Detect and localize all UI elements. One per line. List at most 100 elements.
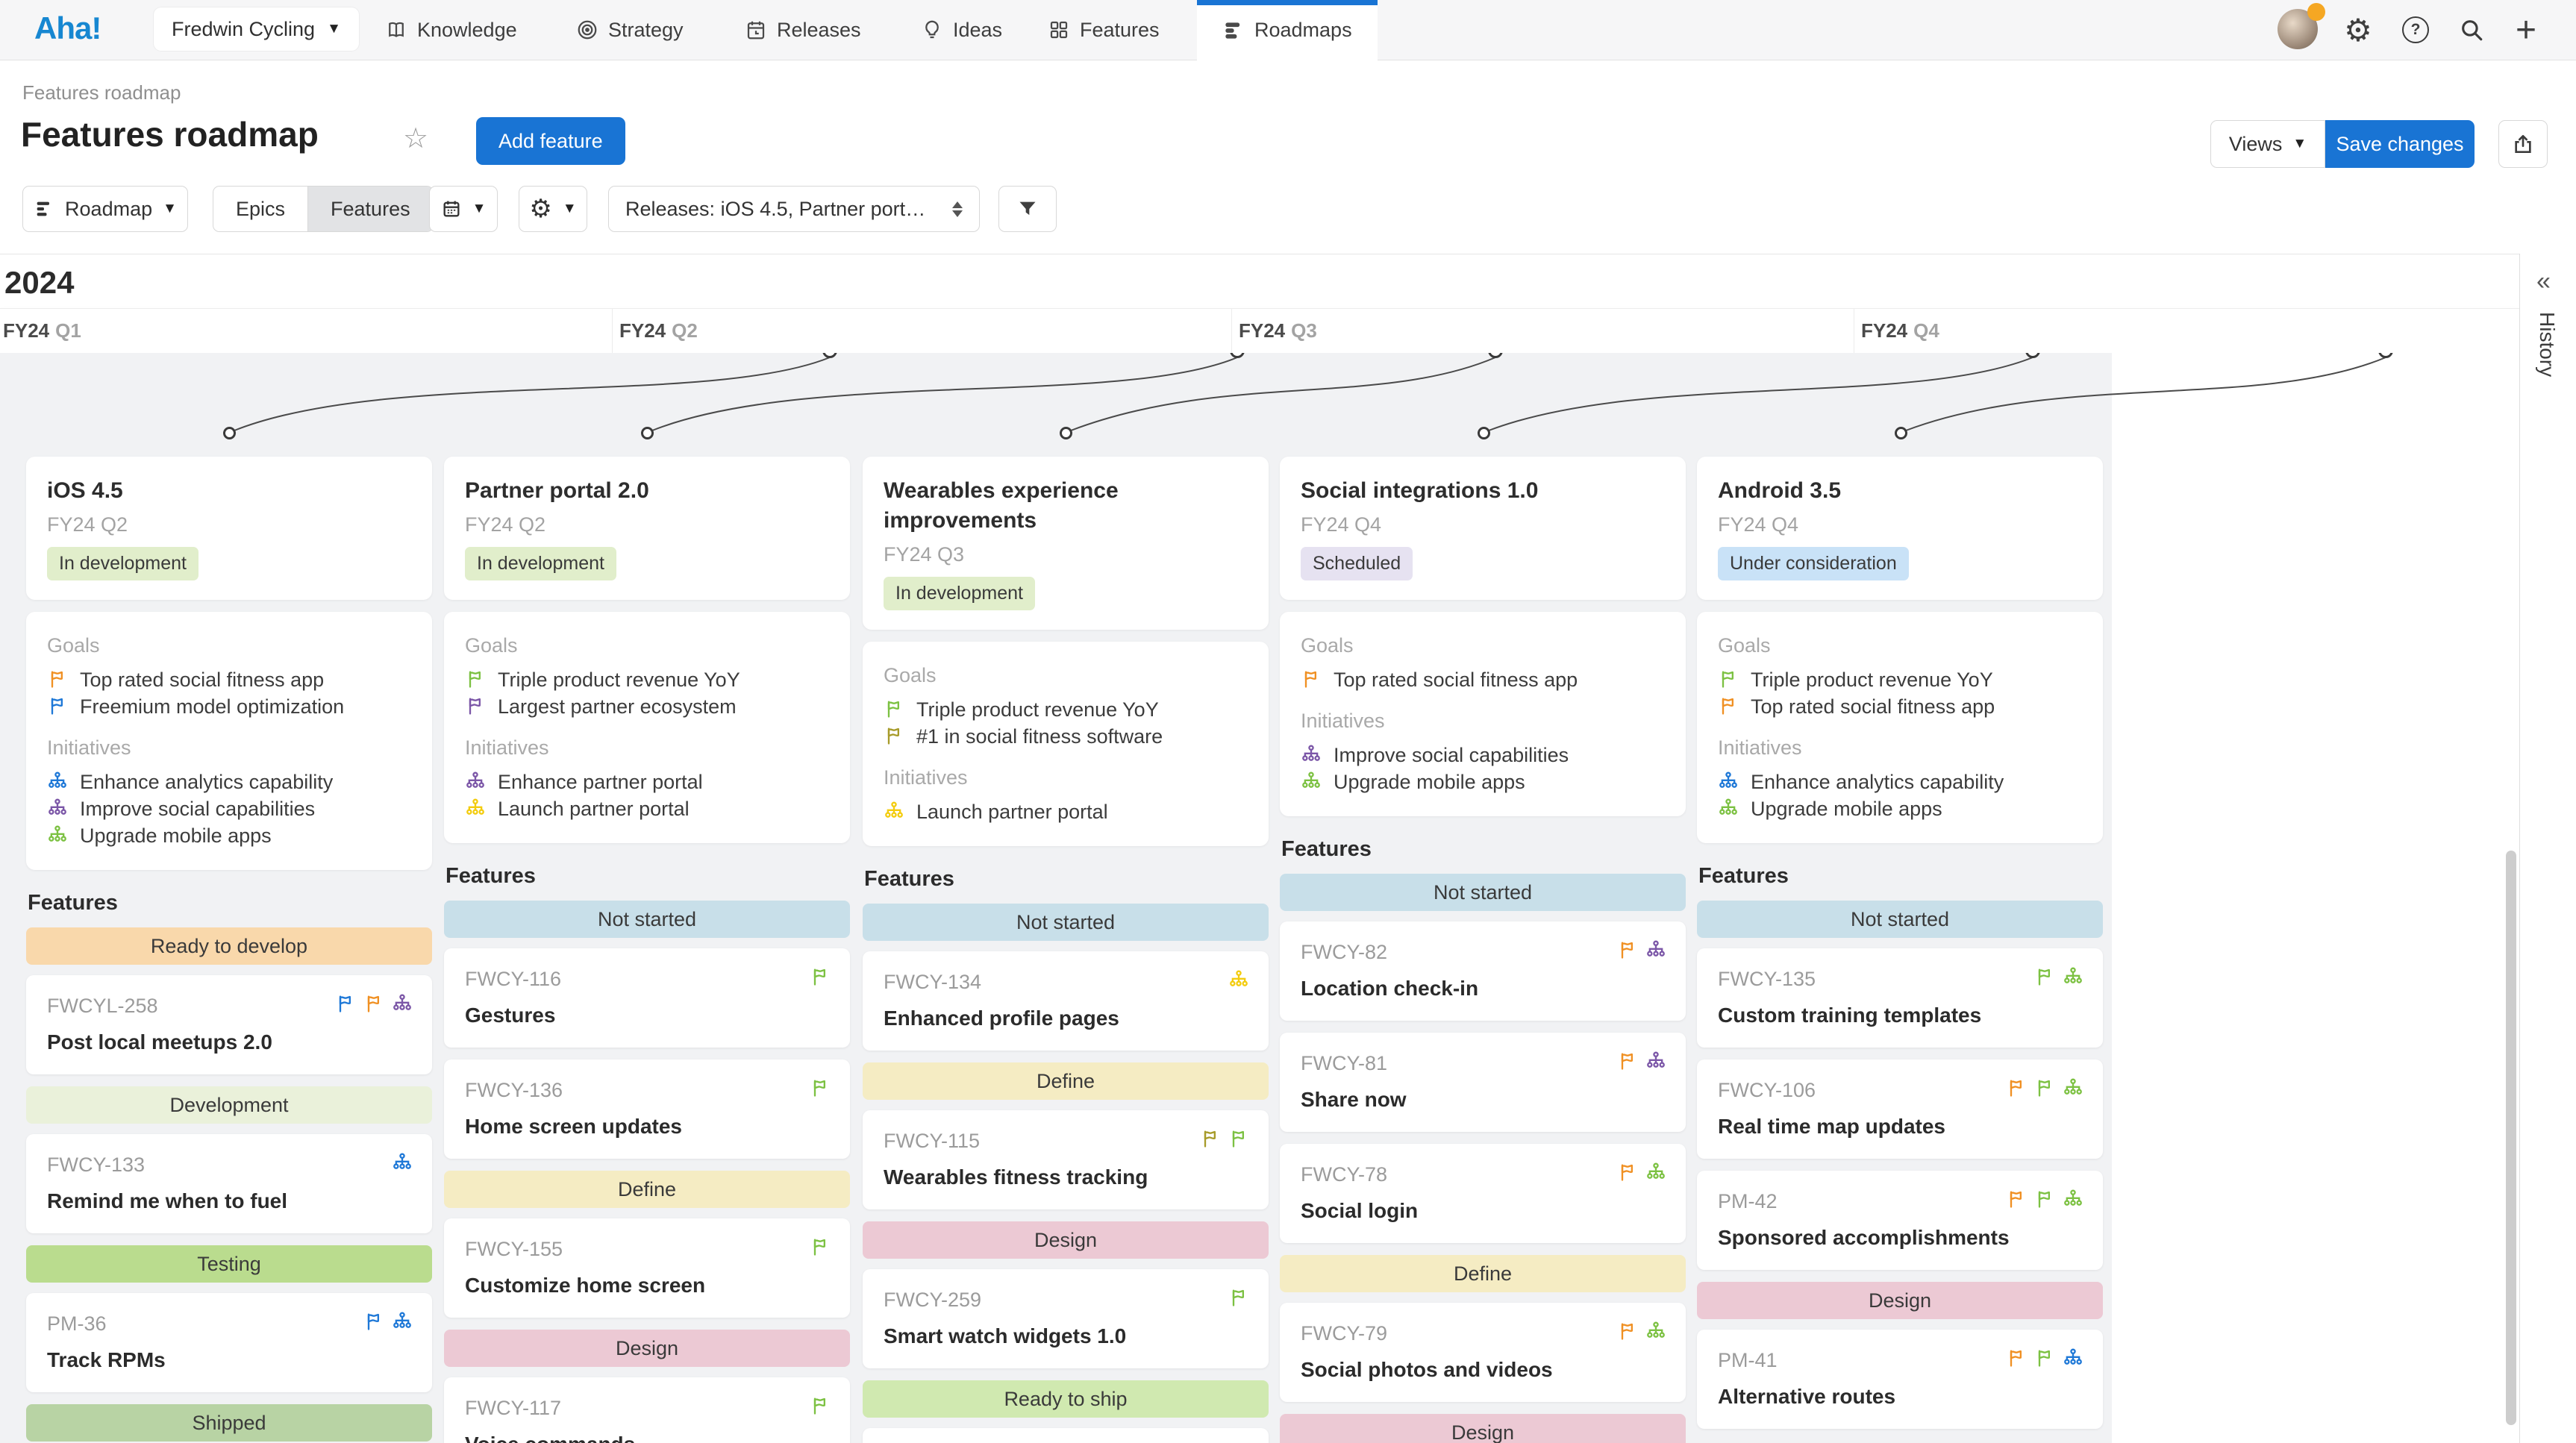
quarter-label: FY24Q2	[619, 319, 698, 342]
goal-row[interactable]: Triple product revenue YoY	[884, 696, 1248, 723]
feature-card[interactable]: FWCY-133 Remind me when to fuel	[26, 1134, 432, 1233]
quarter-divider	[612, 309, 613, 354]
initiative-row[interactable]: Launch partner portal	[884, 798, 1248, 825]
feature-card[interactable]: FWCY-134 Enhanced profile pages	[863, 951, 1269, 1051]
release-card[interactable]: Social integrations 1.0 FY24 Q4 Schedule…	[1280, 457, 1686, 600]
column-anchor-dot	[641, 427, 654, 439]
segment-features[interactable]: Features	[307, 187, 433, 231]
releases-filter-select[interactable]: Releases: iOS 4.5, Partner portal ...	[608, 186, 980, 232]
initiative-row[interactable]: Improve social capabilities	[47, 795, 411, 822]
help-icon[interactable]: ?	[2399, 13, 2432, 46]
release-card[interactable]: Android 3.5 FY24 Q4 Under consideration	[1697, 457, 2103, 600]
add-plus-icon[interactable]: +	[2510, 13, 2542, 46]
filter-button[interactable]	[998, 186, 1057, 232]
initiative-icon	[47, 824, 68, 845]
initiative-row[interactable]: Enhance analytics capability	[47, 769, 411, 795]
feature-card[interactable]: FWCY-81 Share now	[1280, 1033, 1686, 1132]
release-quarter: FY24 Q2	[47, 513, 411, 536]
feature-card[interactable]: FWCY-115 Wearables fitness tracking	[863, 1110, 1269, 1209]
status-badge[interactable]: Scheduled	[1301, 547, 1413, 580]
quarter-label: FY24Q3	[1239, 319, 1317, 342]
initiatives-label: Initiatives	[1718, 736, 2082, 760]
feature-card[interactable]: FWCY-106 Real time map updates	[1697, 1059, 2103, 1159]
feature-icons	[810, 1236, 831, 1257]
calendar-dropdown-button[interactable]: ▼	[429, 186, 498, 232]
initiative-row[interactable]: Upgrade mobile apps	[1718, 795, 2082, 822]
goals-label: Goals	[47, 634, 411, 657]
favorite-star-icon[interactable]: ☆	[403, 122, 428, 155]
goal-row[interactable]: Triple product revenue YoY	[465, 666, 829, 693]
chevron-down-icon: ▼	[163, 201, 177, 217]
feature-card[interactable]: PM-36 Track RPMs	[26, 1293, 432, 1392]
feature-title: Track RPMs	[47, 1347, 411, 1373]
goal-row[interactable]: Top rated social fitness app	[1718, 693, 2082, 720]
feature-card[interactable]: FWCY-79 Social photos and videos	[1280, 1303, 1686, 1402]
share-export-button[interactable]	[2498, 120, 2548, 168]
feature-card[interactable]: FWCY-259 Smart watch widgets 1.0	[863, 1269, 1269, 1368]
initiative-row[interactable]: Enhance partner portal	[465, 769, 829, 795]
feature-card[interactable]: FWCY-135 Custom training templates	[1697, 948, 2103, 1048]
flag-icon	[47, 695, 68, 716]
nav-item-features[interactable]: Features	[1048, 0, 1160, 60]
nav-item-roadmaps[interactable]: Roadmaps	[1197, 0, 1378, 61]
segment-epics[interactable]: Epics	[213, 187, 307, 231]
feature-title: Sponsored accomplishments	[1718, 1225, 2082, 1251]
feature-card[interactable]: FWCY-116 Gestures	[444, 948, 850, 1048]
settings-dropdown-button[interactable]: ⚙ ▼	[519, 186, 587, 232]
feature-card[interactable]: FWCY-78 Social login	[1280, 1144, 1686, 1243]
goal-row[interactable]: Triple product revenue YoY	[1718, 666, 2082, 693]
initiative-row[interactable]: Launch partner portal	[465, 795, 829, 822]
history-panel-label[interactable]: History	[2535, 312, 2559, 377]
initiative-row[interactable]: Enhance analytics capability	[1718, 769, 2082, 795]
feature-card[interactable]: FWCY-155 Customize home screen	[444, 1218, 850, 1318]
feature-icons	[1200, 1128, 1249, 1149]
add-feature-button[interactable]: Add feature	[476, 117, 625, 165]
goal-row[interactable]: Largest partner ecosystem	[465, 693, 829, 720]
vertical-scrollbar-thumb[interactable]	[2506, 851, 2516, 1425]
status-badge[interactable]: In development	[465, 547, 616, 580]
release-card[interactable]: Partner portal 2.0 FY24 Q2 In developmen…	[444, 457, 850, 600]
nav-item-releases[interactable]: Releases	[745, 0, 861, 60]
feature-card[interactable]: FWCYL-258 Post local meetups 2.0	[26, 975, 432, 1074]
goal-row[interactable]: Top rated social fitness app	[47, 666, 411, 693]
status-badge[interactable]: In development	[47, 547, 198, 580]
breadcrumb[interactable]: Features roadmap	[22, 81, 181, 104]
collapse-chevrons-icon[interactable]: «	[2536, 267, 2551, 296]
flag-icon	[2006, 1077, 2027, 1098]
settings-gear-icon[interactable]: ⚙	[2342, 13, 2375, 46]
views-button[interactable]: Views ▼	[2210, 120, 2325, 168]
aha-logo[interactable]: Aha!	[34, 10, 101, 46]
search-icon[interactable]	[2455, 13, 2488, 46]
feature-icons	[1617, 939, 1666, 960]
goals-initiatives-card: Goals Top rated social fitness app Initi…	[1280, 612, 1686, 816]
release-card[interactable]: Wearables experience improvements FY24 Q…	[863, 457, 1269, 630]
status-badge[interactable]: Under consideration	[1718, 547, 1909, 580]
roadmap-type-button[interactable]: Roadmap ▼	[22, 186, 188, 232]
workspace-selector[interactable]: Fredwin Cycling ▼	[154, 7, 359, 51]
goal-row[interactable]: #1 in social fitness software	[884, 723, 1248, 750]
feature-card[interactable]: FWCY-117 Voice commands	[444, 1377, 850, 1443]
nav-item-knowledge[interactable]: Knowledge	[385, 0, 517, 60]
feature-card[interactable]: PM-42 Sponsored accomplishments	[1697, 1171, 2103, 1270]
goal-label: Triple product revenue YoY	[1751, 666, 1993, 693]
feature-title: Social login	[1301, 1198, 1665, 1224]
nav-item-ideas[interactable]: Ideas	[921, 0, 1002, 60]
chevron-down-icon: ▼	[327, 21, 341, 37]
feature-card[interactable]: FWCY-82 Location check-in	[1280, 921, 1686, 1021]
release-card[interactable]: iOS 4.5 FY24 Q2 In development	[26, 457, 432, 600]
initiative-row[interactable]: Improve social capabilities	[1301, 742, 1665, 769]
goal-label: Freemium model optimization	[80, 693, 344, 720]
status-badge[interactable]: In development	[884, 577, 1035, 610]
goal-row[interactable]: Top rated social fitness app	[1301, 666, 1665, 693]
feature-card[interactable]: PM-41 Alternative routes	[1697, 1330, 2103, 1429]
nav-label: Features	[1080, 19, 1160, 42]
feature-card[interactable]: FWCY-111 Smart watch home screen	[863, 1428, 1269, 1443]
initiative-row[interactable]: Upgrade mobile apps	[47, 822, 411, 849]
feature-card[interactable]: FWCY-136 Home screen updates	[444, 1059, 850, 1159]
initiative-icon	[465, 771, 486, 792]
goal-row[interactable]: Freemium model optimization	[47, 693, 411, 720]
initiative-row[interactable]: Upgrade mobile apps	[1301, 769, 1665, 795]
nav-item-strategy[interactable]: Strategy	[576, 0, 684, 60]
initiative-label: Launch partner portal	[916, 798, 1108, 825]
save-changes-button[interactable]: Save changes	[2325, 120, 2475, 168]
